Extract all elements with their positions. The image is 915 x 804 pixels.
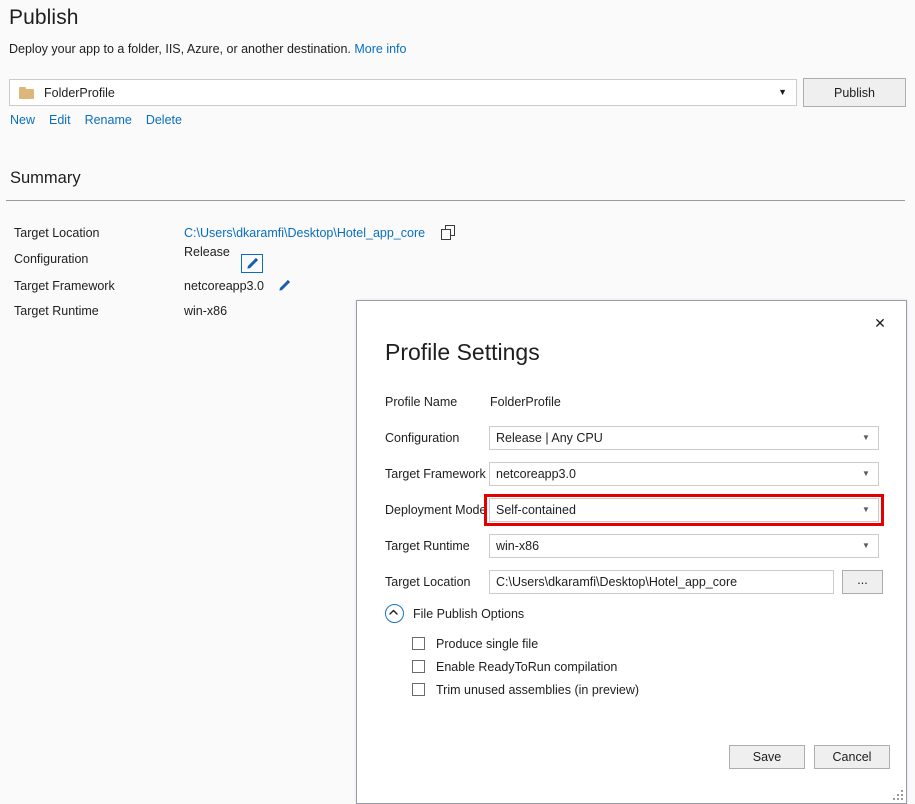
target-location-value: C:\Users\dkaramfi\Desktop\Hotel_app_core bbox=[496, 575, 738, 589]
deployment-mode-dropdown[interactable]: Self-contained ▼ bbox=[489, 498, 879, 522]
cancel-button[interactable]: Cancel bbox=[814, 745, 890, 769]
file-publish-options-label: File Publish Options bbox=[413, 606, 525, 621]
publish-button[interactable]: Publish bbox=[803, 78, 906, 107]
profile-actions: New Edit Rename Delete bbox=[10, 113, 182, 127]
chevron-up-circle-icon bbox=[385, 604, 404, 623]
summary-label-target-location: Target Location bbox=[14, 225, 100, 240]
summary-label-target-framework: Target Framework bbox=[14, 278, 115, 293]
table-row: Target Location C:\Users\dkaramfi\Deskto… bbox=[14, 220, 455, 245]
checkbox-trim-unused-assemblies[interactable]: Trim unused assemblies (in preview) bbox=[412, 678, 639, 701]
summary-divider bbox=[6, 200, 905, 201]
summary-value-target-location-cell: C:\Users\dkaramfi\Desktop\Hotel_app_core bbox=[184, 220, 455, 245]
checkbox-icon[interactable] bbox=[412, 637, 425, 650]
file-publish-options-list: Produce single file Enable ReadyToRun co… bbox=[412, 632, 639, 701]
target-runtime-dropdown[interactable]: win-x86 ▼ bbox=[489, 534, 879, 558]
copy-icon[interactable] bbox=[440, 225, 455, 240]
configuration-dropdown[interactable]: Release | Any CPU ▼ bbox=[489, 426, 879, 450]
pencil-icon[interactable] bbox=[277, 279, 291, 293]
chevron-down-icon: ▼ bbox=[862, 541, 870, 550]
checkbox-enable-readytorun[interactable]: Enable ReadyToRun compilation bbox=[412, 655, 639, 678]
checkbox-icon[interactable] bbox=[412, 683, 425, 696]
edit-profile-link[interactable]: Edit bbox=[49, 113, 71, 127]
profile-name-value: FolderProfile bbox=[490, 395, 561, 409]
checkbox-produce-single-file[interactable]: Produce single file bbox=[412, 632, 639, 655]
target-framework-value: netcoreapp3.0 bbox=[496, 467, 576, 481]
target-framework-dropdown[interactable]: netcoreapp3.0 ▼ bbox=[489, 462, 879, 486]
edit-configuration-button[interactable] bbox=[241, 254, 264, 273]
summary-value-target-framework-cell: netcoreapp3.0 bbox=[184, 273, 454, 298]
page-subtitle-text: Deploy your app to a folder, IIS, Azure,… bbox=[9, 42, 351, 56]
chevron-down-icon: ▼ bbox=[862, 469, 870, 478]
summary-value-target-framework: netcoreapp3.0 bbox=[184, 278, 264, 293]
field-target-location: Target Location C:\Users\dkaramfi\Deskto… bbox=[385, 570, 883, 594]
rename-profile-link[interactable]: Rename bbox=[85, 113, 132, 127]
table-row: Target Framework netcoreapp3.0 bbox=[14, 273, 454, 298]
more-info-link[interactable]: More info bbox=[354, 42, 406, 56]
target-location-input[interactable]: C:\Users\dkaramfi\Desktop\Hotel_app_core bbox=[489, 570, 834, 594]
target-runtime-value: win-x86 bbox=[496, 539, 540, 553]
field-deployment-mode: Deployment Mode Self-contained ▼ bbox=[385, 498, 879, 522]
pencil-icon bbox=[245, 257, 259, 271]
checkbox-label: Trim unused assemblies (in preview) bbox=[436, 682, 640, 697]
new-profile-link[interactable]: New bbox=[10, 113, 35, 127]
resize-grip[interactable] bbox=[891, 788, 903, 800]
dialog-title: Profile Settings bbox=[385, 339, 540, 365]
target-framework-label: Target Framework bbox=[385, 467, 486, 481]
save-button[interactable]: Save bbox=[729, 745, 805, 769]
chevron-down-icon: ▼ bbox=[862, 505, 870, 514]
field-configuration: Configuration Release | Any CPU ▼ bbox=[385, 426, 879, 450]
checkbox-label: Enable ReadyToRun compilation bbox=[436, 659, 618, 674]
page-title: Publish bbox=[9, 6, 79, 29]
configuration-value: Release | Any CPU bbox=[496, 431, 603, 445]
file-publish-options-expander[interactable]: File Publish Options bbox=[385, 604, 524, 623]
summary-value-configuration-cell: Release bbox=[184, 245, 454, 273]
checkbox-label: Produce single file bbox=[436, 636, 539, 651]
publish-profile-selected-value: FolderProfile bbox=[44, 85, 115, 100]
folder-icon bbox=[19, 86, 34, 99]
checkbox-icon[interactable] bbox=[412, 660, 425, 673]
summary-label-configuration: Configuration bbox=[14, 252, 89, 266]
deployment-mode-value: Self-contained bbox=[496, 503, 576, 517]
chevron-down-icon: ▼ bbox=[778, 87, 787, 97]
summary-heading: Summary bbox=[10, 169, 81, 187]
field-target-framework: Target Framework netcoreapp3.0 ▼ bbox=[385, 462, 879, 486]
target-location-label: Target Location bbox=[385, 575, 471, 589]
profile-name-label: Profile Name bbox=[385, 395, 458, 409]
summary-value-target-location[interactable]: C:\Users\dkaramfi\Desktop\Hotel_app_core bbox=[184, 226, 425, 240]
chevron-down-icon: ▼ bbox=[862, 433, 870, 442]
summary-value-configuration: Release bbox=[184, 245, 230, 259]
browse-button[interactable]: ... bbox=[842, 570, 883, 594]
deployment-mode-label: Deployment Mode bbox=[385, 503, 487, 517]
publish-profile-dropdown[interactable]: FolderProfile ▼ bbox=[9, 79, 797, 106]
delete-profile-link[interactable]: Delete bbox=[146, 113, 182, 127]
configuration-label: Configuration bbox=[385, 431, 460, 445]
summary-value-target-runtime: win-x86 bbox=[184, 303, 228, 318]
field-target-runtime: Target Runtime win-x86 ▼ bbox=[385, 534, 879, 558]
page-subtitle: Deploy your app to a folder, IIS, Azure,… bbox=[9, 42, 406, 56]
dialog-button-bar: Save Cancel bbox=[729, 745, 890, 769]
profile-settings-dialog: ✕ Profile Settings Profile Name FolderPr… bbox=[356, 300, 907, 804]
close-icon[interactable]: ✕ bbox=[868, 311, 892, 333]
field-profile-name: Profile Name FolderProfile bbox=[385, 390, 561, 414]
summary-label-target-runtime: Target Runtime bbox=[14, 303, 99, 318]
table-row: Configuration Release bbox=[14, 245, 454, 273]
target-runtime-label: Target Runtime bbox=[385, 539, 470, 553]
